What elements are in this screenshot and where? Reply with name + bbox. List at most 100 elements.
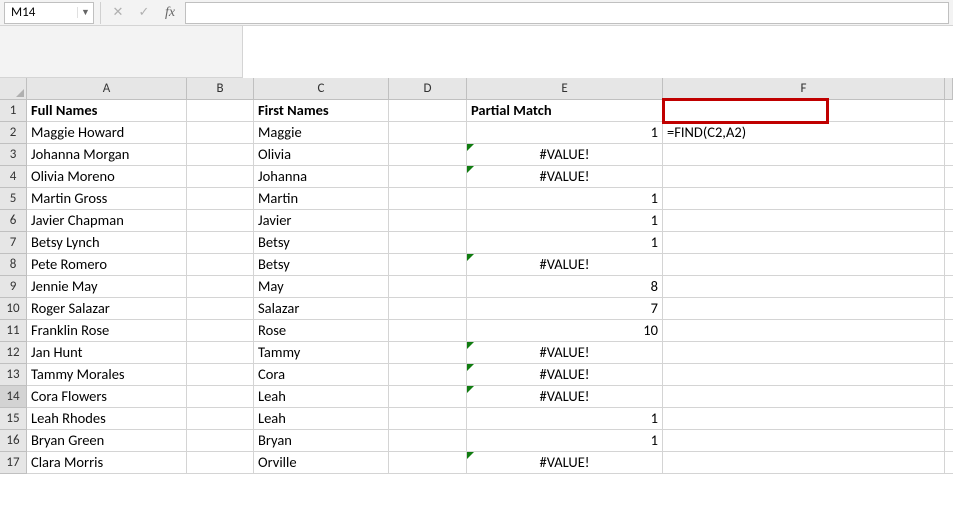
- cell[interactable]: #VALUE!: [467, 386, 663, 408]
- cell[interactable]: [945, 144, 953, 166]
- cell[interactable]: [389, 386, 467, 408]
- cell[interactable]: Leah: [254, 386, 389, 408]
- col-header-D[interactable]: D: [389, 78, 467, 100]
- cell[interactable]: Betsy: [254, 232, 389, 254]
- cell[interactable]: [187, 430, 254, 452]
- col-header-A[interactable]: A: [27, 78, 187, 100]
- cell[interactable]: #VALUE!: [467, 166, 663, 188]
- cell[interactable]: Johanna Morgan: [27, 144, 187, 166]
- row-header[interactable]: 1: [0, 100, 27, 122]
- cell[interactable]: [663, 188, 945, 210]
- cell[interactable]: Pete Romero: [27, 254, 187, 276]
- cell[interactable]: Javier Chapman: [27, 210, 187, 232]
- cell[interactable]: [187, 144, 254, 166]
- select-all-corner[interactable]: [0, 78, 27, 100]
- cell[interactable]: [945, 100, 953, 122]
- cell[interactable]: [663, 452, 945, 474]
- cell[interactable]: Martin: [254, 188, 389, 210]
- cell[interactable]: 7: [467, 298, 663, 320]
- cell[interactable]: [945, 408, 953, 430]
- formula-input[interactable]: [185, 2, 949, 24]
- cell[interactable]: #VALUE!: [467, 342, 663, 364]
- cell[interactable]: [663, 320, 945, 342]
- cell[interactable]: [663, 408, 945, 430]
- cell[interactable]: [187, 342, 254, 364]
- name-box[interactable]: M14 ▼: [4, 2, 94, 24]
- row-header[interactable]: 7: [0, 232, 27, 254]
- cell[interactable]: Cora Flowers: [27, 386, 187, 408]
- cell[interactable]: 1: [467, 210, 663, 232]
- cell[interactable]: #VALUE!: [467, 254, 663, 276]
- cell[interactable]: Javier: [254, 210, 389, 232]
- cell[interactable]: 8: [467, 276, 663, 298]
- cell[interactable]: Clara Morris: [27, 452, 187, 474]
- row-header[interactable]: 4: [0, 166, 27, 188]
- cell[interactable]: Orville: [254, 452, 389, 474]
- cell[interactable]: [945, 232, 953, 254]
- cell[interactable]: Jan Hunt: [27, 342, 187, 364]
- row-header[interactable]: 11: [0, 320, 27, 342]
- cell[interactable]: [663, 166, 945, 188]
- cell[interactable]: [945, 298, 953, 320]
- cell[interactable]: [187, 100, 254, 122]
- cell[interactable]: Leah Rhodes: [27, 408, 187, 430]
- row-header[interactable]: 17: [0, 452, 27, 474]
- cell[interactable]: [663, 364, 945, 386]
- cell[interactable]: [945, 342, 953, 364]
- cell[interactable]: Olivia: [254, 144, 389, 166]
- cell[interactable]: [663, 144, 945, 166]
- cell[interactable]: Bryan Green: [27, 430, 187, 452]
- cell[interactable]: [945, 364, 953, 386]
- cell[interactable]: [187, 408, 254, 430]
- cell[interactable]: #VALUE!: [467, 364, 663, 386]
- cell[interactable]: [389, 298, 467, 320]
- cell[interactable]: #VALUE!: [467, 144, 663, 166]
- cell[interactable]: [389, 342, 467, 364]
- row-header[interactable]: 14: [0, 386, 27, 408]
- cell[interactable]: [663, 210, 945, 232]
- cell[interactable]: Martin Gross: [27, 188, 187, 210]
- col-header-E[interactable]: E: [467, 78, 663, 100]
- cell[interactable]: [389, 430, 467, 452]
- cell[interactable]: Roger Salazar: [27, 298, 187, 320]
- cell[interactable]: [945, 122, 953, 144]
- cell[interactable]: [663, 232, 945, 254]
- cell[interactable]: [945, 166, 953, 188]
- row-header[interactable]: 13: [0, 364, 27, 386]
- cell[interactable]: [187, 364, 254, 386]
- row-header[interactable]: 15: [0, 408, 27, 430]
- cell[interactable]: Bryan: [254, 430, 389, 452]
- cell[interactable]: =FIND(C2,A2): [663, 122, 945, 144]
- cell[interactable]: [389, 408, 467, 430]
- cell[interactable]: [187, 122, 254, 144]
- cell[interactable]: [945, 320, 953, 342]
- cell[interactable]: [389, 364, 467, 386]
- cell[interactable]: [187, 232, 254, 254]
- cell[interactable]: Cora: [254, 364, 389, 386]
- cell[interactable]: [389, 188, 467, 210]
- cell[interactable]: [389, 320, 467, 342]
- cell[interactable]: [187, 210, 254, 232]
- cell[interactable]: 1: [467, 430, 663, 452]
- cell[interactable]: [187, 298, 254, 320]
- cell[interactable]: [389, 254, 467, 276]
- cell[interactable]: [187, 166, 254, 188]
- cell[interactable]: [663, 100, 945, 122]
- cell[interactable]: [389, 210, 467, 232]
- row-header[interactable]: 6: [0, 210, 27, 232]
- cell[interactable]: [663, 254, 945, 276]
- cell[interactable]: [945, 430, 953, 452]
- cell[interactable]: [389, 166, 467, 188]
- cell[interactable]: Full Names: [27, 100, 187, 122]
- cell[interactable]: [663, 298, 945, 320]
- cell[interactable]: 10: [467, 320, 663, 342]
- cell[interactable]: Partial Match: [467, 100, 663, 122]
- cell[interactable]: [945, 188, 953, 210]
- cell[interactable]: Maggie Howard: [27, 122, 187, 144]
- cell[interactable]: [663, 276, 945, 298]
- cell[interactable]: [945, 452, 953, 474]
- row-header[interactable]: 12: [0, 342, 27, 364]
- cell[interactable]: Rose: [254, 320, 389, 342]
- cell[interactable]: Salazar: [254, 298, 389, 320]
- row-header[interactable]: 5: [0, 188, 27, 210]
